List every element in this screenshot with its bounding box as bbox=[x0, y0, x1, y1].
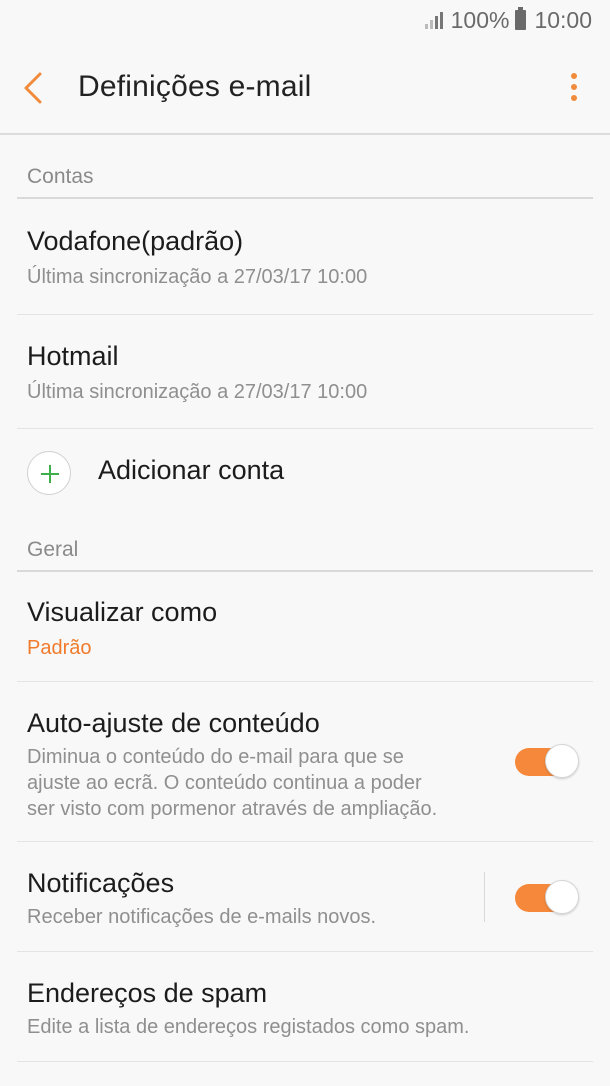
view-as-value: Padrão bbox=[27, 637, 92, 659]
auto-fit-description-line: ser visto com pormenor através de amplia… bbox=[27, 798, 438, 820]
battery-percentage: 100% bbox=[450, 6, 510, 33]
auto-fit-content-setting[interactable]: Auto-ajuste de conteúdo Diminua o conteú… bbox=[17, 682, 593, 842]
account-sync-status: Última sincronização a 27/03/17 10:00 bbox=[27, 266, 368, 288]
account-item-hotmail[interactable]: Hotmail Última sincronização a 27/03/17 … bbox=[17, 315, 593, 429]
section-header-general: Geral bbox=[17, 532, 593, 572]
add-account-label: Adicionar conta bbox=[98, 455, 285, 485]
account-name: Hotmail bbox=[27, 341, 119, 371]
notifications-description: Receber notificações de e-mails novos. bbox=[27, 906, 377, 928]
plus-icon bbox=[27, 451, 71, 495]
page-title: Definições e-mail bbox=[78, 70, 312, 103]
divider bbox=[484, 872, 485, 922]
spam-title: Endereços de spam bbox=[27, 978, 268, 1008]
clock: 10:00 bbox=[534, 6, 592, 33]
notifications-toggle[interactable] bbox=[515, 880, 579, 914]
auto-fit-toggle[interactable] bbox=[515, 744, 579, 778]
battery-icon bbox=[515, 7, 527, 30]
more-options-button[interactable] bbox=[568, 73, 580, 105]
chevron-left-icon bbox=[24, 72, 42, 104]
account-sync-status: Última sincronização a 27/03/17 10:00 bbox=[27, 381, 368, 403]
auto-fit-description-line: ajuste ao ecrã. O conteúdo continua a po… bbox=[27, 772, 422, 794]
status-bar: 100% 10:00 bbox=[0, 0, 610, 40]
auto-fit-description-line: Diminua o conteúdo do e-mail para que se bbox=[27, 746, 404, 768]
account-item-vodafone[interactable]: Vodafone(padrão) Última sincronização a … bbox=[17, 200, 593, 315]
add-account-button[interactable]: Adicionar conta bbox=[17, 429, 593, 519]
app-bar: Definições e-mail bbox=[0, 40, 610, 135]
account-name: Vodafone(padrão) bbox=[27, 226, 244, 256]
spam-description: Edite a lista de endereços registados co… bbox=[27, 1016, 470, 1038]
auto-fit-title: Auto-ajuste de conteúdo bbox=[27, 708, 320, 738]
notifications-setting[interactable]: Notificações Receber notificações de e-m… bbox=[17, 842, 593, 952]
view-as-title: Visualizar como bbox=[27, 597, 218, 627]
back-button[interactable] bbox=[20, 70, 50, 106]
email-settings-screen: 100% 10:00 Definições e-mail Contas Voda… bbox=[0, 0, 610, 1086]
section-header-accounts: Contas bbox=[17, 159, 593, 199]
more-vertical-icon bbox=[571, 73, 577, 79]
signal-icon bbox=[424, 11, 443, 29]
spam-addresses-setting[interactable]: Endereços de spam Edite a lista de ender… bbox=[17, 952, 593, 1062]
notifications-title: Notificações bbox=[27, 868, 175, 898]
view-as-setting[interactable]: Visualizar como Padrão bbox=[17, 573, 593, 682]
